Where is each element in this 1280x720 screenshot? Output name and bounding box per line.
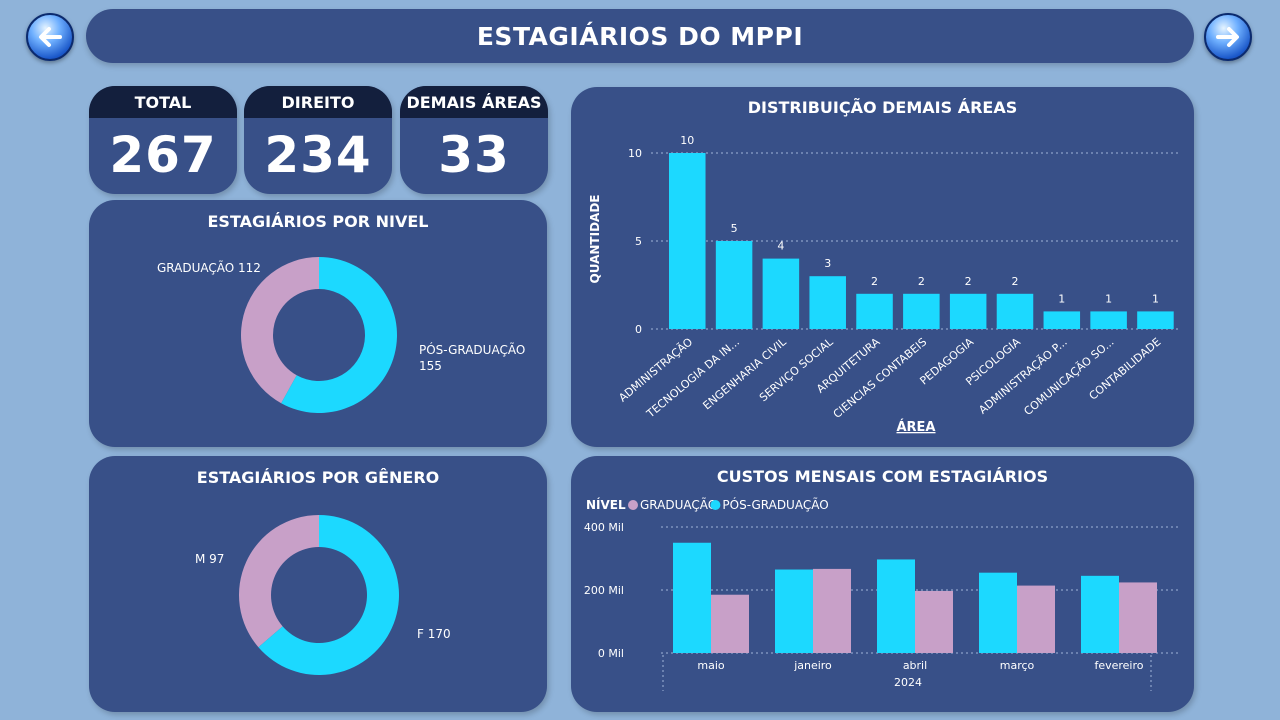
x-group-label: 2024 bbox=[894, 676, 922, 689]
bar-data-label: 10 bbox=[680, 134, 694, 147]
donut-data-label: PÓS-GRADUAÇÃO 155 bbox=[419, 342, 525, 373]
x-tick-label: fevereiro bbox=[1094, 659, 1143, 672]
bar-pós-graduação[interactable] bbox=[979, 572, 1017, 653]
kpi-value: 33 bbox=[438, 126, 510, 184]
x-axis-title: ÁREA bbox=[896, 419, 935, 435]
chart-title: ESTAGIÁRIOS POR NIVEL bbox=[207, 212, 429, 231]
legend-label[interactable]: GRADUAÇÃO bbox=[640, 497, 717, 512]
x-tick-label: ENGENHARIA CIVIL bbox=[700, 335, 789, 413]
bar-chart-custos: NÍVEL GRADUAÇÃO PÓS-GRADUAÇÃO 0 Mil 200 Mil 4… bbox=[584, 497, 1179, 691]
bar[interactable] bbox=[669, 153, 706, 329]
bar-data-label: 1 bbox=[1105, 292, 1112, 305]
bar[interactable] bbox=[1090, 311, 1127, 329]
x-tick-label: maio bbox=[697, 659, 725, 672]
bar[interactable] bbox=[809, 276, 846, 329]
bar-data-label: 4 bbox=[777, 240, 784, 253]
chart-card-nivel: ESTAGIÁRIOS POR NIVEL GRADUAÇÃO 112 PÓS-G… bbox=[89, 200, 547, 447]
donut-data-label: F 170 bbox=[417, 627, 451, 641]
arrow-left-icon bbox=[39, 27, 62, 47]
chart-card-custos: CUSTOS MENSAIS COM ESTAGIÁRIOS NÍVEL GRAD… bbox=[571, 456, 1194, 712]
bar-data-label: 5 bbox=[731, 222, 738, 235]
y-tick-label: 0 Mil bbox=[598, 647, 624, 660]
bar-data-label: 1 bbox=[1152, 292, 1159, 305]
x-tick-label: TECNOLOGIA DA IN... bbox=[643, 335, 742, 421]
next-button[interactable] bbox=[1204, 13, 1252, 61]
kpi-value: 267 bbox=[109, 126, 217, 184]
x-tick-label: ADMINISTRAÇÃO P... bbox=[976, 335, 1069, 416]
legend-label[interactable]: PÓS-GRADUAÇÃO bbox=[722, 497, 828, 512]
x-tick-label: março bbox=[1000, 659, 1035, 672]
title-bar: ESTAGIÁRIOS DO MPPI bbox=[86, 9, 1194, 63]
donut-data-label: M 97 bbox=[195, 552, 224, 566]
x-tick-label: janeiro bbox=[793, 659, 832, 672]
chart-card-areas: DISTRIBUIÇÃO DEMAIS ÁREAS 0 5 10 10 ADMINIST… bbox=[571, 87, 1194, 447]
legend-marker bbox=[628, 500, 638, 510]
bar-pós-graduação[interactable] bbox=[1081, 575, 1119, 653]
bar[interactable] bbox=[715, 241, 753, 329]
x-tick-label: COMUNICAÇÃO SO... bbox=[1021, 335, 1116, 418]
kpi-label: DEMAIS ÁREAS bbox=[400, 86, 548, 118]
bar[interactable] bbox=[949, 293, 987, 329]
chart-title: DISTRIBUIÇÃO DEMAIS ÁREAS bbox=[747, 98, 1018, 117]
kpi-label: DIREITO bbox=[244, 86, 392, 118]
donut-data-label: GRADUAÇÃO 112 bbox=[157, 260, 261, 275]
bar-graduação[interactable] bbox=[1119, 582, 1157, 653]
bar-data-label: 1 bbox=[1058, 292, 1065, 305]
bar-data-label: 2 bbox=[871, 275, 878, 288]
kpi-card-total: TOTAL 267 bbox=[89, 86, 237, 194]
bar[interactable] bbox=[856, 293, 893, 329]
bar-pós-graduação[interactable] bbox=[673, 542, 711, 653]
y-tick-label: 200 Mil bbox=[584, 584, 624, 597]
bar-data-label: 2 bbox=[918, 275, 925, 288]
y-tick-label: 5 bbox=[635, 235, 642, 248]
x-tick-label: CIENCIAS CONTABEIS bbox=[831, 335, 930, 421]
page-title: ESTAGIÁRIOS DO MPPI bbox=[476, 21, 804, 51]
y-tick-label: 10 bbox=[628, 147, 642, 160]
bar-pós-graduação[interactable] bbox=[877, 559, 915, 653]
bar[interactable] bbox=[1137, 311, 1174, 329]
kpi-card-demais-areas: DEMAIS ÁREAS 33 bbox=[400, 86, 548, 194]
bar-data-label: 2 bbox=[965, 275, 972, 288]
x-tick-label: abril bbox=[903, 659, 927, 672]
chart-title: ESTAGIÁRIOS POR GÊNERO bbox=[196, 468, 440, 487]
bar-data-label: 3 bbox=[824, 257, 831, 270]
donut-slice-m[interactable] bbox=[239, 515, 319, 648]
bar-graduação[interactable] bbox=[915, 590, 953, 653]
bar-graduação[interactable] bbox=[813, 568, 851, 653]
donut-chart-genero: M 97 F 170 bbox=[195, 515, 451, 675]
kpi-label: TOTAL bbox=[89, 86, 237, 118]
back-button[interactable] bbox=[26, 13, 74, 61]
legend-title: NÍVEL bbox=[586, 497, 626, 512]
bar[interactable] bbox=[996, 293, 1034, 329]
chart-card-genero: ESTAGIÁRIOS POR GÊNERO M 97 F 170 bbox=[89, 456, 547, 712]
arrow-right-icon bbox=[1216, 27, 1239, 47]
y-axis-title: QUANTIDADE bbox=[588, 195, 602, 284]
y-tick-label: 400 Mil bbox=[584, 521, 624, 534]
kpi-value: 234 bbox=[264, 126, 372, 184]
bar-data-label: 2 bbox=[1011, 275, 1018, 288]
chart-title: CUSTOS MENSAIS COM ESTAGIÁRIOS bbox=[716, 467, 1049, 486]
kpi-card-direito: DIREITO 234 bbox=[244, 86, 392, 194]
bar-graduação[interactable] bbox=[711, 594, 749, 653]
y-tick-label: 0 bbox=[635, 323, 642, 336]
bar[interactable] bbox=[762, 258, 800, 329]
bar[interactable] bbox=[903, 293, 940, 329]
bar-graduação[interactable] bbox=[1017, 585, 1055, 653]
bar[interactable] bbox=[1043, 311, 1081, 329]
bar-chart-areas: 051010ADMINISTRAÇÃO5TECNOLOGIA DA IN...4… bbox=[588, 134, 1178, 435]
legend-marker bbox=[710, 500, 721, 510]
donut-chart-nivel: GRADUAÇÃO 112 PÓS-GRADUAÇÃO 155 bbox=[157, 257, 525, 413]
bar-pós-graduação[interactable] bbox=[775, 569, 813, 653]
